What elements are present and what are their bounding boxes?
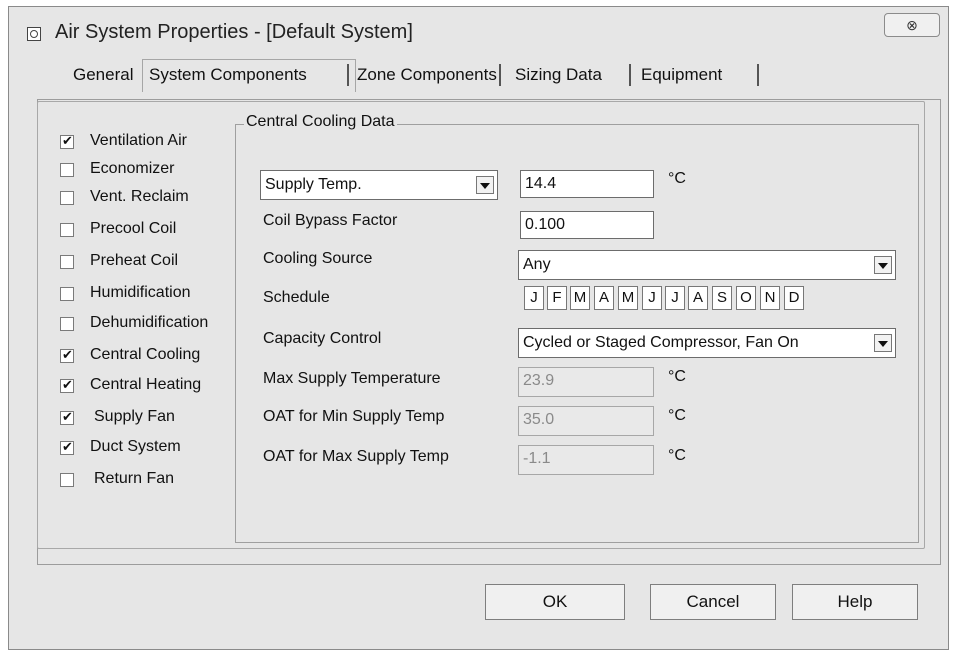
capacity-control-label: Capacity Control — [263, 330, 382, 347]
check-icon: ✔ — [62, 409, 73, 424]
help-button[interactable]: Help — [792, 584, 918, 620]
capacity-control-select-value: Cycled or Staged Compressor, Fan On — [523, 334, 799, 351]
checkbox-label: Dehumidification — [90, 314, 209, 331]
checkbox-label: Vent. Reclaim — [90, 188, 189, 205]
checkbox-box[interactable]: ✔ — [60, 377, 74, 393]
chevron-down-icon[interactable] — [874, 334, 892, 352]
central-cooling-group-title: Central Cooling Data — [244, 113, 397, 131]
max-supply-temp-input[interactable]: 23.9 — [518, 367, 654, 397]
schedule-month-button[interactable]: F — [547, 286, 567, 310]
check-icon: ✔ — [62, 347, 73, 362]
schedule-month-button[interactable]: D — [784, 286, 804, 310]
tab-sizing-data[interactable]: Sizing Data — [515, 65, 602, 85]
checkbox-label: Central Heating — [90, 376, 202, 393]
cooling-source-label: Cooling Source — [263, 250, 373, 267]
checkbox-label: Precool Coil — [90, 220, 177, 237]
max-supply-temp-unit: °C — [668, 368, 686, 385]
supply-temp-unit: °C — [668, 170, 686, 187]
checkbox-box[interactable] — [60, 163, 74, 177]
tab-separator — [347, 64, 349, 86]
checkbox-label: Ventilation Air — [90, 132, 187, 149]
checkbox-label: Humidification — [90, 284, 191, 301]
tab-system-components[interactable]: System Components — [149, 65, 307, 85]
checkbox-box[interactable] — [60, 255, 74, 269]
checkbox-label: Economizer — [90, 160, 175, 177]
tab-zone-components[interactable]: Zone Components — [357, 65, 497, 85]
schedule-month-button[interactable]: J — [665, 286, 685, 310]
schedule-month-button[interactable]: A — [688, 286, 708, 310]
oat-min-supply-temp-input[interactable]: 35.0 — [518, 406, 654, 436]
check-icon: ✔ — [62, 377, 73, 392]
schedule-month-button[interactable]: M — [618, 286, 638, 310]
schedule-month-button[interactable]: O — [736, 286, 756, 310]
title-bar: Air System Properties - [Default System]… — [9, 7, 948, 55]
max-supply-temp-label: Max Supply Temperature — [263, 370, 441, 387]
cancel-button[interactable]: Cancel — [650, 584, 776, 620]
supply-temp-select[interactable]: Supply Temp. — [260, 170, 498, 200]
ok-button[interactable]: OK — [485, 584, 625, 620]
checkbox-box[interactable]: ✔ — [60, 409, 74, 425]
schedule-month-button[interactable]: N — [760, 286, 780, 310]
checkbox-label: Duct System — [90, 438, 181, 455]
oat-min-supply-temp-unit: °C — [668, 407, 686, 424]
supply-temp-select-value: Supply Temp. — [265, 176, 362, 193]
schedule-month-button[interactable]: J — [642, 286, 662, 310]
checkbox-label: Supply Fan — [94, 408, 175, 425]
tab-separator — [499, 64, 501, 86]
schedule-month-button[interactable]: M — [570, 286, 590, 310]
tab-separator — [629, 64, 631, 86]
coil-bypass-label: Coil Bypass Factor — [263, 212, 398, 229]
schedule-month-button[interactable]: A — [594, 286, 614, 310]
schedule-label: Schedule — [263, 289, 330, 306]
check-icon: ✔ — [62, 439, 73, 454]
schedule-month-button[interactable]: S — [712, 286, 732, 310]
checkbox-box[interactable]: ✔ — [60, 439, 74, 455]
checkbox-box[interactable]: ✔ — [60, 133, 74, 149]
schedule-month-button[interactable]: J — [524, 286, 544, 310]
checkbox-box[interactable] — [60, 223, 74, 237]
cooling-source-select-value: Any — [523, 256, 551, 273]
checkbox-box[interactable]: ✔ — [60, 347, 74, 363]
chevron-down-icon[interactable] — [476, 176, 494, 194]
checkbox-box[interactable] — [60, 191, 74, 205]
checkbox-label: Return Fan — [94, 470, 175, 487]
checkbox-box[interactable] — [60, 317, 74, 331]
checkbox-box[interactable] — [60, 473, 74, 487]
oat-max-supply-temp-label: OAT for Max Supply Temp — [263, 448, 449, 465]
checkbox-box[interactable] — [60, 287, 74, 301]
chevron-down-icon[interactable] — [874, 256, 892, 274]
tab-separator — [757, 64, 759, 86]
app-icon — [27, 27, 41, 41]
capacity-control-select[interactable]: Cycled or Staged Compressor, Fan On — [518, 328, 896, 358]
oat-min-supply-temp-label: OAT for Min Supply Temp — [263, 408, 445, 425]
checkbox-label: Central Cooling — [90, 346, 201, 363]
coil-bypass-input[interactable]: 0.100 — [520, 211, 654, 239]
oat-max-supply-temp-input[interactable]: -1.1 — [518, 445, 654, 475]
checkbox-label: Preheat Coil — [90, 252, 179, 269]
close-button[interactable]: ⊗ — [884, 13, 940, 37]
supply-temp-input[interactable]: 14.4 — [520, 170, 654, 198]
tab-general[interactable]: General — [73, 65, 133, 85]
window-title: Air System Properties - [Default System] — [55, 21, 413, 43]
check-icon: ✔ — [62, 133, 73, 148]
tab-equipment[interactable]: Equipment — [641, 65, 722, 85]
cooling-source-select[interactable]: Any — [518, 250, 896, 280]
oat-max-supply-temp-unit: °C — [668, 447, 686, 464]
